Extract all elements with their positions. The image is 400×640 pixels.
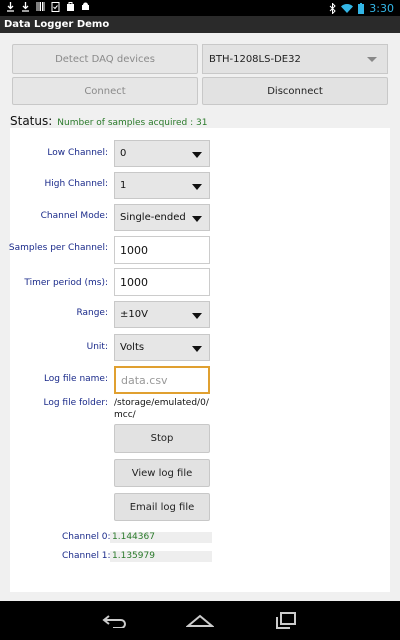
channel-0-label: Channel 0: [62, 532, 111, 542]
email-log-file-button[interactable]: Email log file [114, 493, 210, 521]
channel-mode-label: Channel Mode: [40, 211, 108, 221]
dropdown-arrow-icon [192, 346, 202, 352]
timer-period-label: Timer period (ms): [24, 278, 108, 288]
high-channel-value: 1 [120, 180, 127, 191]
low-channel-value: 0 [120, 148, 127, 159]
log-file-folder-label: Log file folder: [43, 398, 108, 408]
android-icon [82, 2, 89, 10]
status-label: Status: [10, 114, 53, 128]
timer-period-input[interactable]: 1000 [114, 268, 210, 296]
range-value: ±10V [120, 309, 148, 320]
samples-per-channel-input[interactable]: 1000 [114, 236, 210, 264]
log-file-name-label: Log file name: [43, 374, 108, 384]
stop-button[interactable]: Stop [114, 424, 210, 453]
download-icon [22, 2, 29, 12]
disconnect-button[interactable]: Disconnect [202, 77, 388, 105]
device-select[interactable]: BTH-1208LS-DE32 [202, 44, 388, 74]
clipboard-check-icon [51, 2, 60, 12]
high-channel-label: High Channel: [44, 179, 108, 189]
range-label: Range: [76, 308, 108, 318]
app-title-bar: Data Logger Demo [0, 16, 400, 33]
notification-icons [6, 1, 90, 12]
wifi-icon [341, 4, 354, 13]
dropdown-arrow-icon [192, 184, 202, 190]
low-channel-label: Low Channel: [47, 148, 108, 158]
channel-mode-value: Single-ended [120, 212, 186, 223]
channel-1-label: Channel 1: [62, 551, 111, 561]
bluetooth-icon [329, 2, 337, 14]
dropdown-arrow-icon [192, 152, 202, 158]
detect-daq-button[interactable]: Detect DAQ devices [12, 44, 198, 74]
home-icon[interactable] [186, 614, 214, 628]
high-channel-select[interactable]: 1 [114, 172, 210, 199]
recent-apps-icon[interactable] [275, 612, 297, 630]
status-text: Number of samples acquired : 31 [57, 118, 208, 128]
status-row: Status: Number of samples acquired : 31 [10, 114, 207, 128]
low-channel-select[interactable]: 0 [114, 140, 210, 167]
connect-button[interactable]: Connect [12, 77, 198, 105]
range-select[interactable]: ±10V [114, 301, 210, 328]
view-log-file-button[interactable]: View log file [114, 459, 210, 487]
dropdown-arrow-icon [192, 313, 202, 319]
system-status-bar: 3:30 [0, 0, 400, 16]
app-title: Data Logger Demo [4, 19, 110, 30]
navigation-bar [0, 601, 400, 640]
battery-icon [358, 2, 365, 14]
log-file-name-input[interactable]: data.csv [114, 366, 210, 394]
barcode-icon [36, 2, 45, 11]
back-icon[interactable] [101, 614, 129, 628]
device-select-value: BTH-1208LS-DE32 [209, 53, 301, 65]
clock: 3:30 [369, 1, 394, 15]
unit-value: Volts [120, 342, 145, 353]
samples-per-channel-label: Samples per Channel: [8, 243, 108, 253]
log-file-folder-value: /storage/emulated/0/ mcc/ [114, 398, 209, 420]
unit-label: Unit: [86, 342, 108, 352]
channel-0-value: 1.144367 [110, 532, 212, 543]
dropdown-arrow-icon [192, 216, 202, 222]
dropdown-arrow-icon [367, 57, 377, 62]
system-icons: 3:30 [329, 0, 394, 16]
unit-select[interactable]: Volts [114, 334, 210, 361]
channel-1-value: 1.135979 [110, 551, 212, 562]
channel-mode-select[interactable]: Single-ended [114, 204, 210, 231]
bag-icon [67, 2, 74, 11]
download-icon [7, 2, 14, 12]
